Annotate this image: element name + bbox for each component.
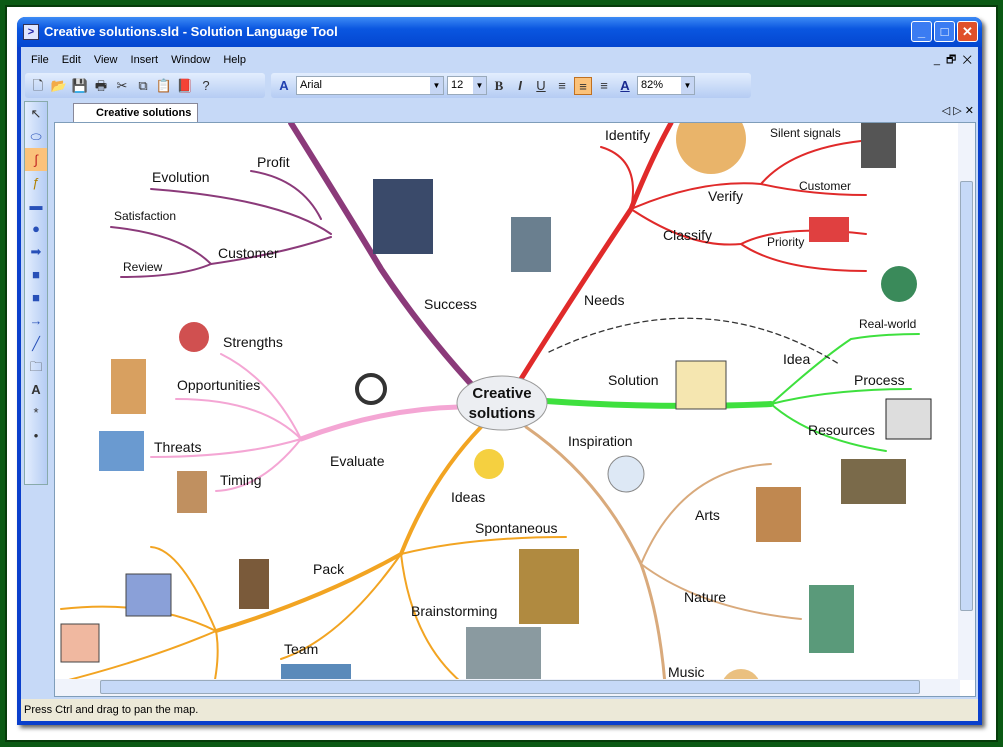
arrow-icon[interactable]: ➡ [25,240,47,263]
dot-icon[interactable]: • [25,424,47,447]
node-label-needs-items-5[interactable]: Priority [767,235,804,249]
node-label-evaluate-items-2[interactable]: Threats [154,439,201,455]
node-label-needs-items-4[interactable]: Classify [663,227,712,243]
node-label-needs-items-2[interactable]: Silent signals [770,126,841,140]
italic-button[interactable]: I [511,77,529,95]
menu-file[interactable]: File [31,54,49,66]
node-label-solution-label[interactable]: Solution [608,372,659,388]
align-left-icon[interactable]: ≡ [553,77,571,95]
square-icon[interactable]: ■ [25,263,47,286]
app-window: > Creative solutions.sld - Solution Lang… [17,17,982,725]
font-size-select[interactable]: 12 ▼ [447,76,487,95]
line-arrow-icon[interactable]: → [25,309,47,332]
book-icon[interactable]: 📕 [176,77,194,95]
folder-icon[interactable]: 🗀 [25,355,47,378]
title-bar: > Creative solutions.sld - Solution Lang… [17,17,982,47]
paste-icon[interactable]: 📋 [155,77,173,95]
node-label-ideas-items-2[interactable]: Team [284,641,318,657]
menu-edit[interactable]: Edit [62,54,81,66]
maximize-button[interactable]: □ [934,21,955,42]
rectangle-icon[interactable]: ▬ [25,194,47,217]
new-icon[interactable]: 🗋 [29,77,47,95]
node-label-ideas-label[interactable]: Ideas [451,489,485,505]
node-label-inspiration-items-1[interactable]: Nature [684,589,726,605]
node-label-ideas-items-0[interactable]: Spontaneous [475,520,558,536]
center-label-2: solutions [469,405,536,422]
curve-icon[interactable]: ƒ [25,171,47,194]
horizontal-scrollbar[interactable] [55,679,960,696]
menu-insert[interactable]: Insert [131,54,159,66]
menu-bar: File Edit View Insert Window Help [21,49,246,71]
node-label-solution-items-2[interactable]: Process [854,372,905,388]
font-style-icon[interactable]: A [275,77,293,95]
font-select[interactable]: Arial ▼ [296,76,444,95]
pointer-icon[interactable]: ↖ [25,102,47,125]
align-right-icon[interactable]: ≡ [595,77,613,95]
align-center-icon[interactable]: ≡ [574,76,592,95]
mdi-controls[interactable]: _ 🗗 ✕ [934,51,972,70]
node-label-solution-items-3[interactable]: Resources [808,422,875,438]
tab-nav-controls[interactable]: ◁ ▷ ✕ [942,104,974,117]
node-label-solution-items-0[interactable]: Idea [783,351,810,367]
star-icon[interactable]: * [25,401,47,424]
minimize-button[interactable]: _ [911,21,932,42]
node-label-success-items-0[interactable]: Profit [257,154,290,170]
close-button[interactable]: ✕ [957,21,978,42]
save-icon[interactable]: 💾 [71,77,89,95]
node-label-needs-items-0[interactable]: Identify [605,127,650,143]
tab-row: Creative solutions ◁ ▷ ✕ [53,101,978,123]
node-label-evaluate-items-3[interactable]: Timing [220,472,262,488]
node-label-success-items-4[interactable]: Review [123,260,163,274]
bold-button[interactable]: B [490,77,508,95]
font-color-icon[interactable]: A [616,77,634,95]
line-icon[interactable]: ╱ [25,332,47,355]
zoom-select[interactable]: 82% ▼ [637,76,695,95]
node-label-ideas-items-3[interactable]: Brainstorming [411,603,497,619]
node-label-ideas-items-1[interactable]: Pack [313,561,345,577]
window-title: Creative solutions.sld - Solution Langua… [44,24,338,39]
node-label-evaluate-items-1[interactable]: Opportunities [177,377,260,393]
mind-map-canvas[interactable]: Creative solutions Success Profit Evolutio… [54,122,976,697]
tool-palette: ↖ ⬭ ∫ ƒ ▬ ● ➡ ■ ■ → ╱ 🗀 A * • [24,101,48,485]
menu-view[interactable]: View [94,54,118,66]
node-label-inspiration-items-2[interactable]: Music [668,664,705,680]
format-toolbar: A Arial ▼ 12 ▼ B I U ≡ ≡ ≡ A 82% ▼ [271,73,751,98]
node-label-evaluate-label[interactable]: Evaluate [330,453,385,469]
node-label-success-label[interactable]: Success [424,296,477,312]
status-bar: Press Ctrl and drag to pan the map. [21,699,978,721]
node-label-success-items-3[interactable]: Satisfaction [114,209,176,223]
standard-toolbar: 🗋 📂 💾 🖶 ✂ ⧉ 📋 📕 ? [25,73,265,98]
underline-button[interactable]: U [532,77,550,95]
mind-map[interactable]: Creative solutions Success Profit Evolutio… [55,123,976,697]
copy-icon[interactable]: ⧉ [134,77,152,95]
node-label-success-items-1[interactable]: Evolution [152,169,210,185]
block-icon[interactable]: ■ [25,286,47,309]
help-pointer-icon[interactable]: ? [197,77,215,95]
center-node[interactable]: Creative solutions [456,375,548,431]
node-label-solution-items-1[interactable]: Real-world [859,317,916,331]
branch-curve-icon[interactable]: ∫ [25,148,47,171]
node-label-needs-label[interactable]: Needs [584,292,624,308]
menu-help[interactable]: Help [223,54,246,66]
cut-icon[interactable]: ✂ [113,77,131,95]
circle-icon[interactable]: ● [25,217,47,240]
node-label-inspiration-label[interactable]: Inspiration [568,433,633,449]
menu-window[interactable]: Window [171,54,210,66]
app-icon: > [23,24,39,40]
node-label-success-items-2[interactable]: Customer [218,245,279,261]
tab-creative-solutions[interactable]: Creative solutions [73,103,199,123]
node-label-needs-items-1[interactable]: Verify [708,188,743,204]
branch-evaluate[interactable] [150,353,462,492]
vertical-scrollbar[interactable] [958,123,975,680]
node-label-inspiration-items-0[interactable]: Arts [695,507,720,523]
ellipse-icon[interactable]: ⬭ [25,125,47,148]
node-label-evaluate-items-0[interactable]: Strengths [223,334,283,350]
print-icon[interactable]: 🖶 [92,77,110,95]
node-label-needs-items-3[interactable]: Customer [799,179,851,193]
text-icon[interactable]: A [25,378,47,401]
open-icon[interactable]: 📂 [50,77,68,95]
center-label-1: Creative [472,385,531,402]
